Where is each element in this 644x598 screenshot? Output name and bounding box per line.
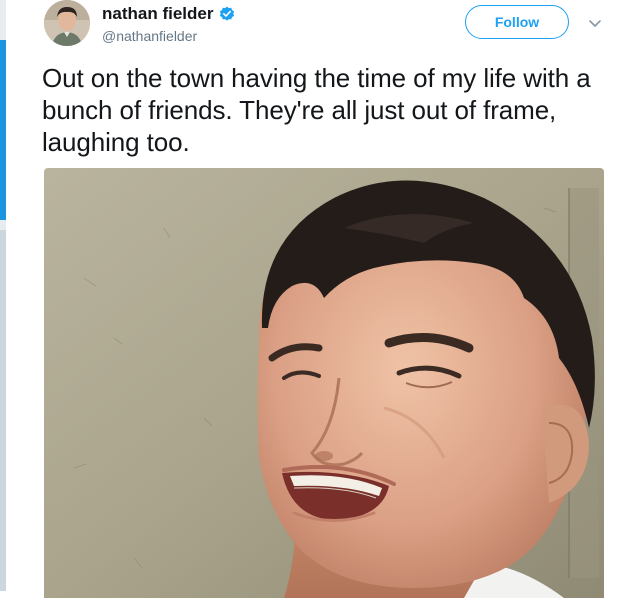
avatar[interactable]: [44, 0, 90, 46]
follow-button[interactable]: Follow: [465, 5, 569, 39]
chevron-down-icon[interactable]: [586, 14, 604, 32]
name-line: nathan fielder: [102, 3, 235, 25]
tweet-card: nathan fielder @nathanfielder Follow Out…: [6, 0, 644, 598]
tweet-photo[interactable]: [44, 168, 604, 598]
tweet-text: Out on the town having the time of my li…: [42, 63, 591, 157]
verified-badge-icon: [219, 6, 235, 22]
tweet-header: nathan fielder @nathanfielder Follow: [44, 0, 624, 52]
display-name[interactable]: nathan fielder: [102, 4, 213, 24]
user-handle[interactable]: @nathanfielder: [102, 28, 197, 44]
